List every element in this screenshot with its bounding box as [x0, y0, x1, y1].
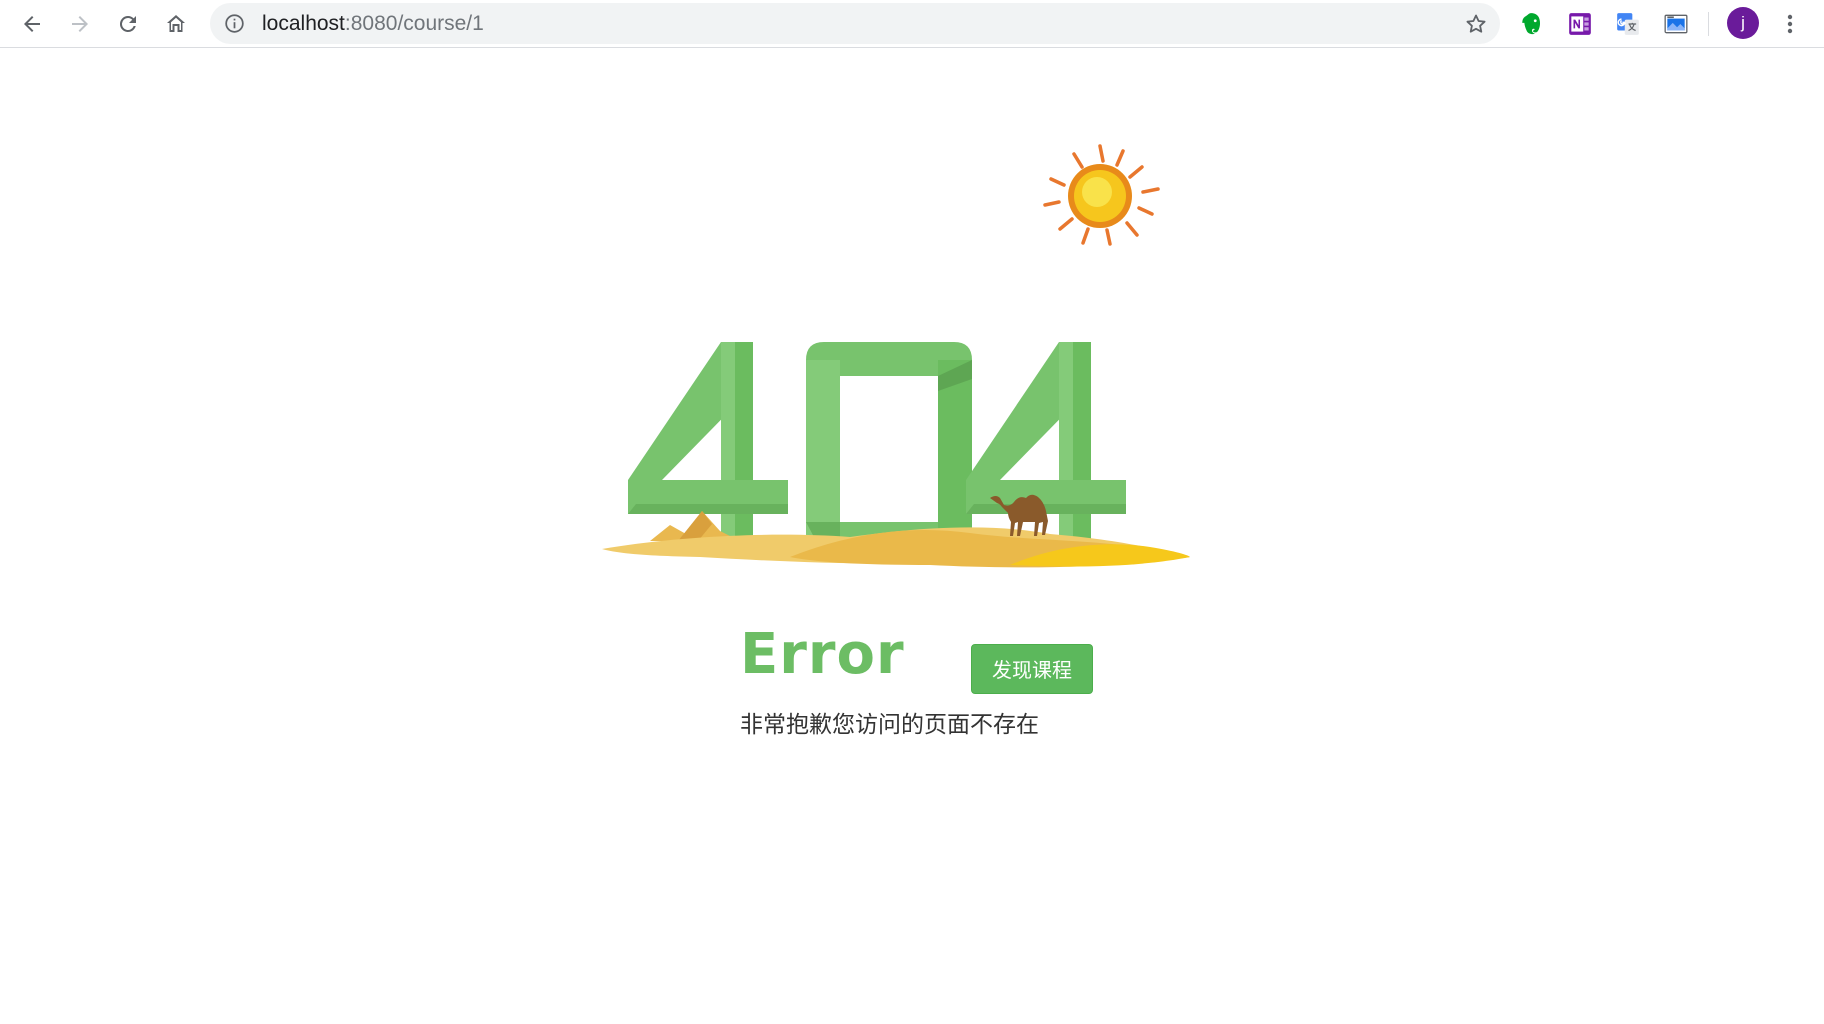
- profile-avatar[interactable]: j: [1727, 7, 1759, 39]
- onenote-extension[interactable]: [1566, 10, 1594, 38]
- google-translate-extension[interactable]: [1614, 10, 1642, 38]
- star-icon[interactable]: [1464, 12, 1488, 36]
- sun-icon: [1043, 144, 1160, 246]
- error-title: Error: [740, 622, 905, 687]
- toolbar-separator: [1708, 12, 1709, 36]
- evernote-extension[interactable]: [1518, 10, 1546, 38]
- onenote-icon: [1569, 13, 1591, 35]
- address-bar[interactable]: localhost:8080/course/1: [210, 3, 1500, 44]
- info-icon[interactable]: [224, 13, 245, 34]
- discover-courses-button[interactable]: 发现课程: [971, 644, 1093, 694]
- forward-button[interactable]: [62, 6, 98, 42]
- forward-arrow-icon: [72, 16, 88, 32]
- error-message: 非常抱歉您访问的页面不存在: [740, 712, 1039, 738]
- reload-icon: [119, 15, 136, 32]
- digit-0: [806, 342, 972, 556]
- desert-sand: [602, 511, 1190, 568]
- screenshot-extension[interactable]: [1662, 10, 1690, 38]
- google-translate-icon: [1617, 13, 1639, 35]
- url-path: :8080/course/1: [344, 12, 484, 35]
- home-button[interactable]: [158, 6, 194, 42]
- screenshot-icon: [1664, 14, 1688, 34]
- reload-button[interactable]: [110, 6, 146, 42]
- evernote-icon: [1522, 13, 1541, 35]
- more-vertical-icon[interactable]: [1778, 8, 1802, 40]
- url-text[interactable]: localhost:8080/course/1: [262, 3, 484, 44]
- page-content: Error 发现课程 非常抱歉您访问的页面不存在: [0, 49, 1824, 1024]
- back-arrow-icon: [24, 16, 40, 32]
- url-host: localhost: [262, 12, 345, 35]
- error-404-illustration: [602, 144, 1190, 568]
- browser-toolbar: localhost:8080/course/1 j: [0, 0, 1824, 48]
- home-icon: [167, 15, 185, 32]
- back-button[interactable]: [14, 6, 50, 42]
